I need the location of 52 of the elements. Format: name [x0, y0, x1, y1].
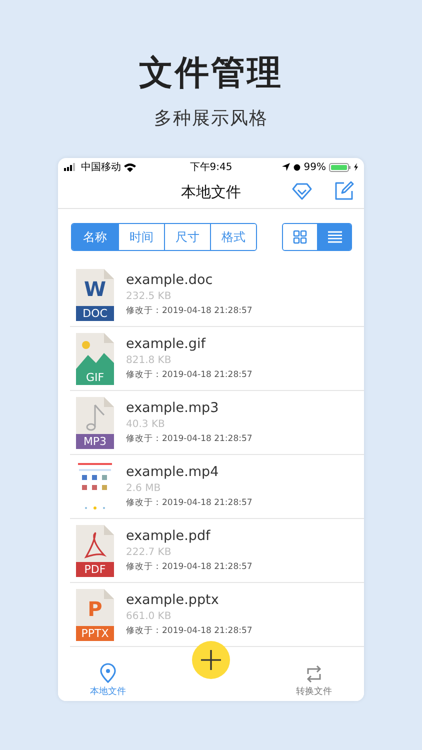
file-size: 2.6 MB	[126, 483, 162, 494]
file-modified-date: 修改于：2019-04-18 21:28:57	[126, 433, 252, 445]
swap-arrows-icon	[305, 665, 323, 683]
battery-icon	[329, 162, 351, 172]
file-glyph: W	[82, 276, 108, 300]
battery-percent: 99%	[304, 162, 326, 172]
file-name: example.mp4	[126, 464, 220, 480]
headline: 文件管理	[139, 52, 283, 95]
file-row[interactable]: W DOC example.doc 232.5 KB 修改于：2019-04-18 21:28:57	[70, 263, 364, 327]
list-icon	[328, 231, 342, 243]
subheadline: 多种展示风格	[154, 107, 268, 130]
location-arrow-icon	[282, 163, 290, 171]
file-type-label: MP3	[76, 434, 114, 448]
wifi-icon	[124, 162, 136, 172]
nav-title: 本地文件	[181, 182, 241, 202]
signal-icon	[64, 163, 78, 171]
file-modified-date: 修改于：2019-04-18 21:28:57	[126, 369, 252, 381]
file-row[interactable]: GIF example.gif 821.8 KB 修改于：2019-04-18 21:28:57	[70, 327, 364, 391]
file-name: example.gif	[126, 336, 207, 352]
file-name: example.mp3	[126, 400, 220, 416]
file-name: example.pptx	[126, 592, 220, 608]
file-modified-date: 修改于：2019-04-18 21:28:57	[126, 305, 252, 317]
file-size: 232.5 KB	[126, 291, 172, 302]
file-type-label: GIF	[76, 370, 114, 384]
list-view-button[interactable]	[317, 224, 351, 250]
file-glyph: P	[86, 596, 104, 620]
file-size: 40.3 KB	[126, 419, 166, 430]
file-size: 661.0 KB	[126, 611, 172, 622]
status-time: 下午9:45	[190, 161, 232, 174]
edit-icon[interactable]	[334, 181, 354, 201]
tab-bar-item[interactable]: 转换文件	[296, 665, 332, 698]
grid-icon	[293, 230, 307, 244]
file-row[interactable]: example.mp4 2.6 MB 修改于：2019-04-18 21:28:57	[70, 455, 364, 519]
file-modified-date: 修改于：2019-04-18 21:28:57	[126, 561, 252, 573]
carrier-name: 中国移动	[81, 160, 121, 174]
add-button[interactable]	[192, 641, 230, 679]
file-row[interactable]: PDF example.pdf 222.7 KB 修改于：2019-04-18 21:28:57	[70, 519, 364, 583]
file-type-label: PPTX	[76, 626, 114, 640]
file-size: 222.7 KB	[126, 547, 172, 558]
file-row[interactable]: P PPTX example.pptx 661.0 KB 修改于：2019-04-18 21:28:57	[70, 583, 364, 647]
file-type-label: PDF	[76, 562, 114, 576]
charging-icon	[354, 163, 358, 171]
file-name: example.pdf	[126, 528, 212, 544]
file-row[interactable]: MP3 example.mp3 40.3 KB 修改于：2019-04-18 21:28:57	[70, 391, 364, 455]
file-modified-date: 修改于：2019-04-18 21:28:57	[126, 625, 252, 637]
file-modified-date: 修改于：2019-04-18 21:28:57	[126, 497, 252, 509]
file-type-label: DOC	[76, 306, 114, 320]
file-name: example.doc	[126, 272, 214, 288]
location-pin-icon	[99, 663, 117, 683]
file-size: 821.8 KB	[126, 355, 172, 366]
diamond-icon[interactable]	[292, 181, 312, 201]
plus-icon	[201, 650, 221, 670]
